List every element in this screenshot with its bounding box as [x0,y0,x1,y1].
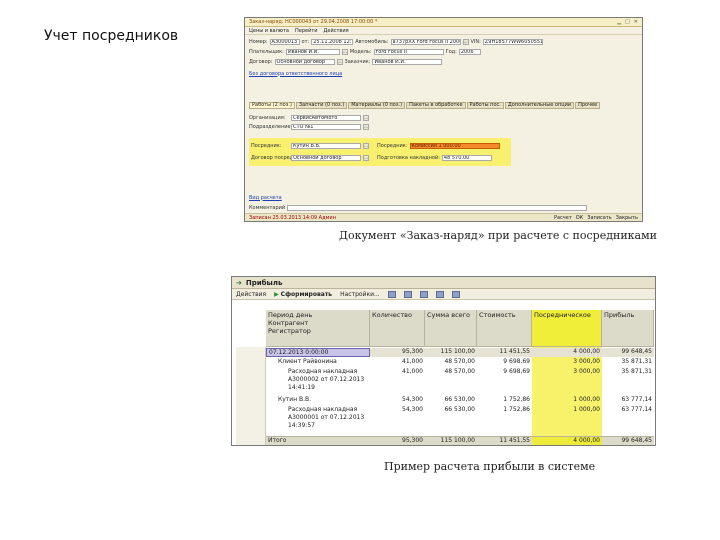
tab-processing[interactable]: Пакеты в обработке [406,102,466,109]
division-row: Подразделение: СТО №1 … [249,123,369,130]
order-window-title: Заказ-наряд: НС000043 от 29.04.2008 17:0… [249,19,378,25]
tab-other[interactable]: Прочее [575,102,601,109]
table-row[interactable]: 07.12.2013 0:00:00 95,300 115 100,00 11 … [266,348,654,357]
help-icon[interactable] [451,290,460,298]
contract-select-button[interactable]: … [336,58,343,65]
tab-works[interactable]: Работы (2 поз.) [249,102,295,109]
order-window: Заказ-наряд: НС000043 от 29.04.2008 17:0… [244,17,643,222]
order-window-titlebar: Заказ-наряд: НС000043 от 29.04.2008 17:0… [245,18,642,27]
arrow-icon: ➔ [236,278,242,287]
link-row: Без договора ответственного лица [249,70,342,77]
play-icon: ▶ [274,290,279,298]
org-select-button[interactable]: … [363,114,369,121]
order-statusbar: Записан 25.03.2013 14:09 Админ Расчет ОК… [245,213,642,221]
vin-field[interactable]: Z9H18577WW6050551 [482,38,543,45]
division-field[interactable]: СТО №1 [291,123,361,130]
minimize-icon[interactable]: ▁ [617,19,621,25]
slide-title: Учет посредников [44,28,179,44]
order-toolbar: Цены и валюта Перейти Действия [245,27,642,35]
settings-button[interactable]: Настройки... [340,291,380,298]
generate-button[interactable]: ▶ Сформировать [274,291,332,298]
tab-parts[interactable]: Запчасти (0 поз.) [295,102,348,109]
contract2-select-button[interactable]: … [363,154,369,161]
responsible-link[interactable]: Без договора ответственного лица [249,71,342,77]
payer-row: Плательщик: Иванов И.И. … Модель: Ford F… [249,48,481,55]
toolbar-actions[interactable]: Действия [324,28,349,34]
table-icon[interactable] [419,290,428,298]
tab-materials[interactable]: Материалы (0 поз.) [348,102,406,109]
toolbar-goto[interactable]: Перейти [295,28,318,34]
commission-field[interactable]: Комиссия 1 000.00 [409,142,500,149]
org-field[interactable]: СервисАвтоМото [291,114,361,121]
footer-link-calc[interactable]: Вид расчета [249,195,282,201]
status-calc-button[interactable]: Расчет [554,215,572,221]
toolbar-prices-currency[interactable]: Цены и валюта [249,28,289,34]
save-icon[interactable] [387,290,396,298]
maximize-icon[interactable]: □ [625,19,630,25]
intermediary-select-button[interactable]: … [363,142,369,149]
total-row: Итого 95,300 115 100,00 11 451,55 4 000,… [266,436,654,445]
contract2-row: Договор посредника: Основной договор … П… [251,154,492,161]
model-field[interactable]: Ford Focus II [373,48,444,55]
header-quantity: Количество [370,310,425,347]
contract-field[interactable]: Основной договор [274,58,335,65]
header-sum: Сумма всего [425,310,477,347]
status-save-button[interactable]: Записать [587,215,611,221]
header-period: Период день Контрагент Регистратор [266,310,370,347]
table-row[interactable]: Клиент Райвонина 41,000 48 570,00 9 698,… [266,358,654,367]
payer-field[interactable]: Иванов И.И. [285,48,340,55]
number-field[interactable]: А3000013 [269,38,300,45]
status-ok-button[interactable]: ОК [576,215,584,221]
division-select-button[interactable]: … [363,123,369,130]
caption-order: Документ «Заказ-наряд» при расчете с пос… [339,229,657,242]
status-close-button[interactable]: Закрыть [616,215,638,221]
auto-field[interactable]: а737рХХ Ford Focus II 2006 [390,38,461,45]
tab-works-int[interactable]: Работы пос. [466,102,504,109]
status-text: Записан 25.03.2013 14:09 Админ [249,214,336,221]
customer-field[interactable]: Иванов И.И. [372,58,443,65]
comment-field[interactable] [287,204,588,211]
accrual-field[interactable]: 48 570.00 [441,154,492,161]
order-tabs: Работы (2 поз.) Запчасти (0 поз.) Матери… [249,102,639,109]
table-row[interactable]: Кутин В.В. 54,300 66 530,00 1 752,86 1 0… [266,396,654,405]
profit-window: ➔ Прибыль Действия ▶ Сформировать Настро… [231,276,656,446]
year-field[interactable]: 2006 [458,48,481,55]
number-row: Номер: А3000013 от: 25.11.2008 12:30:00 … [249,38,543,45]
contract2-field[interactable]: Основной договор [291,154,361,161]
header-profit: Прибыль [602,310,654,347]
date-field[interactable]: 25.11.2008 12:30:00 [311,38,354,45]
caption-profit: Пример расчета прибыли в системе [384,460,596,473]
profit-window-title: Прибыль [245,278,283,287]
header-cost: Стоимость [477,310,532,347]
intermediary-field[interactable]: Кутин В.В. [291,142,361,149]
window-controls: ▁ □ ✕ [617,19,638,25]
tree-gutter [236,347,266,445]
print-icon[interactable] [403,290,412,298]
footer-row-2: Комментарий [249,204,588,211]
intermediary-row: Посредник: Кутин В.В. … Посредник: Комис… [251,142,500,149]
contract-row: Договор: Основной договор … Заказчик: Ив… [249,58,443,65]
auto-select-button[interactable]: … [462,38,469,45]
header-intermediary: Посредническое [532,310,602,347]
tab-options[interactable]: Дополнительные опции [504,102,575,109]
table-row[interactable]: Расходная накладная А3000001 от 07.12.20… [266,406,654,432]
org-row: Организация: СервисАвтоМото … [249,114,369,121]
payer-select-button[interactable]: … [341,48,348,55]
close-icon[interactable]: ✕ [634,19,638,25]
table-row[interactable]: Расходная накладная А3000002 от 07.12.20… [266,368,654,394]
chart-icon[interactable] [435,290,444,298]
profit-toolbar: Действия ▶ Сформировать Настройки... [232,289,655,300]
profit-window-titlebar: ➔ Прибыль [232,277,655,289]
footer-row-1: Вид расчета [249,194,282,201]
toolbar-actions-menu[interactable]: Действия [236,291,266,298]
